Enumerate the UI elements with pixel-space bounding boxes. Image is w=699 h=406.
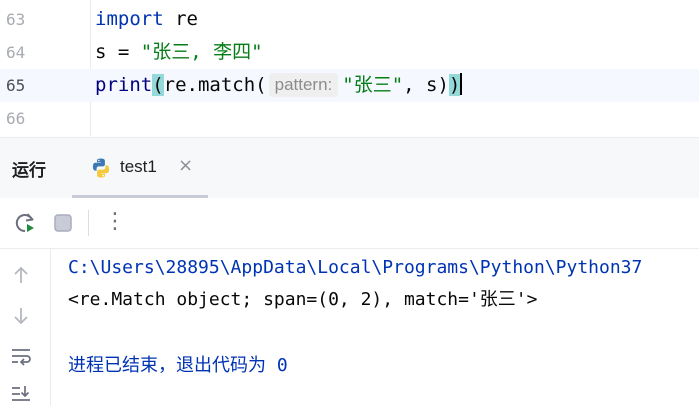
- toolbar-separator: [88, 210, 89, 236]
- console-output-line: C:\Users\28895\AppData\Local\Programs\Py…: [68, 257, 643, 278]
- code-line-66[interactable]: 66: [0, 102, 699, 135]
- string-literal: "张三, 李四": [140, 41, 263, 63]
- print-call: print: [95, 74, 153, 96]
- soft-wrap-icon[interactable]: [9, 344, 33, 368]
- scroll-to-end-icon[interactable]: [9, 382, 33, 406]
- line-number: 66: [6, 109, 26, 128]
- close-tab-icon[interactable]: ×: [178, 155, 193, 176]
- rerun-icon[interactable]: [12, 210, 38, 236]
- stop-icon[interactable]: [50, 210, 76, 236]
- tab-test1[interactable]: test1 ×: [72, 138, 208, 198]
- more-icon[interactable]: ⋮: [104, 207, 126, 237]
- run-toolbar: ⋮: [0, 198, 699, 249]
- python-icon: [92, 158, 110, 178]
- code-line-65[interactable]: 65 print(re.match(pattern: "张三", s)): [0, 69, 699, 102]
- code-editor[interactable]: 63 import re 64 s = "张三, 李四" 65 print(re…: [0, 0, 699, 136]
- text-caret: [460, 73, 463, 95]
- run-console[interactable]: C:\Users\28895\AppData\Local\Programs\Py…: [0, 249, 699, 406]
- code-line-63[interactable]: 63 import re: [0, 3, 699, 36]
- parameter-hint: pattern:: [268, 73, 339, 97]
- line-number: 65: [6, 76, 26, 95]
- code-text[interactable]: print(re.match(pattern: "张三", s)): [95, 69, 463, 102]
- line-number: 64: [6, 43, 26, 62]
- tab-label: test1: [120, 157, 157, 176]
- keyword-import: import: [95, 8, 164, 30]
- module-name: re: [163, 8, 198, 30]
- code-text[interactable]: import re: [95, 3, 198, 36]
- code-line-64[interactable]: 64 s = "张三, 李四": [0, 36, 699, 69]
- arrow-up-icon[interactable]: [9, 263, 33, 287]
- call-args: , s): [403, 74, 449, 96]
- console-side-toolbar: [0, 249, 51, 406]
- console-output-line: <re.Match object; span=(0, 2), match='张三…: [68, 289, 538, 310]
- line-number: 63: [6, 10, 26, 29]
- tool-window-title: 运行: [12, 161, 46, 180]
- process-exit-message: 进程已结束，退出代码为 0: [68, 355, 288, 376]
- run-tool-window-header: 运行 test1 ×: [0, 137, 699, 199]
- code-text[interactable]: s = "张三, 李四": [95, 36, 263, 69]
- close-paren-highlight: ): [448, 74, 461, 96]
- assignment: s =: [95, 41, 141, 63]
- arrow-down-icon[interactable]: [9, 304, 33, 328]
- match-call: re.match(: [163, 74, 267, 96]
- string-literal: "张三": [342, 74, 404, 96]
- open-paren-highlight: (: [152, 74, 164, 96]
